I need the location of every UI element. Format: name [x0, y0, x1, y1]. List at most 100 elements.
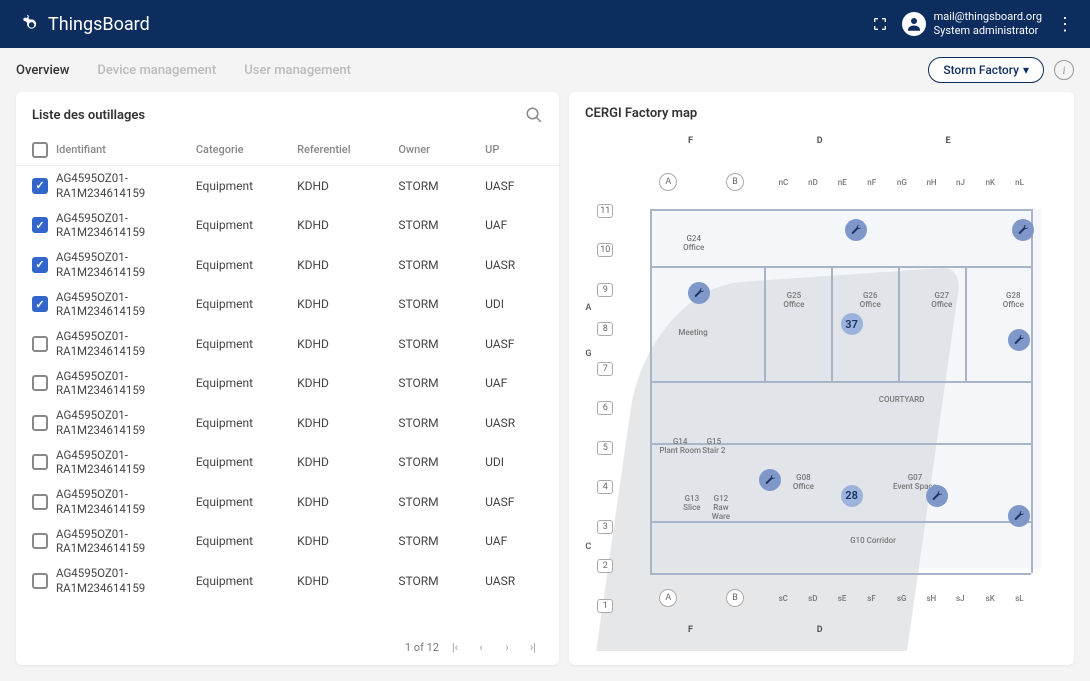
row-checkbox[interactable] [32, 375, 48, 391]
select-all-checkbox[interactable] [32, 142, 48, 158]
cell-id: AG4595OZ01-RA1M234614159 [56, 171, 196, 200]
map-panel-title: CERGI Factory map [585, 106, 697, 121]
cell-category: Equipment [196, 574, 297, 588]
row-checkbox[interactable] [32, 257, 48, 273]
search-icon[interactable] [525, 106, 543, 124]
kebab-icon[interactable]: ⋮ [1056, 14, 1074, 35]
first-page-button[interactable]: |‹ [445, 637, 465, 657]
table-row[interactable]: AG4595OZ01-RA1M234614159EquipmentKDHDSTO… [16, 364, 559, 404]
col-identifiant[interactable]: Identifiant [56, 143, 196, 156]
cell-owner: STORM [398, 179, 485, 193]
axis-label: F [688, 625, 693, 635]
user-menu[interactable]: mail@thingsboard.org System administrato… [902, 10, 1042, 39]
table-row[interactable]: AG4595OZ01-RA1M234614159EquipmentKDHDSTO… [16, 443, 559, 483]
list-panel-header: Liste des outillages [16, 92, 559, 134]
table-row[interactable]: AG4595OZ01-RA1M234614159EquipmentKDHDSTO… [16, 403, 559, 443]
table-row[interactable]: AG4595OZ01-RA1M234614159EquipmentKDHDSTO… [16, 482, 559, 522]
row-checkbox[interactable] [32, 178, 48, 194]
user-text: mail@thingsboard.org System administrato… [934, 10, 1042, 39]
map-marker-count[interactable]: 28 [841, 485, 863, 507]
map-panel-header: CERGI Factory map [569, 92, 1074, 131]
col-up[interactable]: UP [485, 143, 543, 156]
table-row[interactable]: AG4595OZ01-RA1M234614159EquipmentKDHDSTO… [16, 324, 559, 364]
selector-label: Storm Factory [943, 63, 1019, 77]
axis-circle: A [659, 173, 677, 191]
factory-selector[interactable]: Storm Factory ▾ [928, 57, 1044, 83]
axis-label: D [817, 136, 823, 146]
map-marker-count[interactable]: 37 [841, 313, 863, 335]
map-marker-wrench[interactable] [926, 485, 948, 507]
row-checkbox[interactable] [32, 494, 48, 510]
cell-up: UASF [485, 337, 543, 351]
cell-owner: STORM [398, 455, 485, 469]
axis-num: 2 [597, 559, 613, 573]
axis-circle: B [726, 589, 744, 607]
axis-label: sE [838, 594, 847, 603]
table-header: Identifiant Categorie Referentiel Owner … [16, 134, 559, 166]
axis-num: 7 [597, 362, 613, 376]
last-page-button[interactable]: ›| [523, 637, 543, 657]
axis-circle: B [726, 173, 744, 191]
table-row[interactable]: AG4595OZ01-RA1M234614159EquipmentKDHDSTO… [16, 522, 559, 562]
cell-referentiel: KDHD [297, 376, 398, 390]
row-checkbox[interactable] [32, 415, 48, 431]
tab-overview[interactable]: Overview [16, 63, 69, 78]
avatar-icon [902, 12, 926, 36]
map-marker-wrench[interactable] [1008, 505, 1030, 527]
cell-referentiel: KDHD [297, 455, 398, 469]
axis-label: nF [867, 178, 876, 187]
axis-label: sH [926, 594, 936, 603]
table-row[interactable]: AG4595OZ01-RA1M234614159EquipmentKDHDSTO… [16, 285, 559, 325]
row-checkbox[interactable] [32, 336, 48, 352]
row-checkbox[interactable] [32, 217, 48, 233]
cell-id: AG4595OZ01-RA1M234614159 [56, 369, 196, 398]
table-row[interactable]: AG4595OZ01-RA1M234614159EquipmentKDHDSTO… [16, 245, 559, 285]
axis-label: nK [986, 178, 996, 187]
col-referentiel[interactable]: Referentiel [297, 143, 398, 156]
axis-label: F [688, 136, 693, 146]
room-label: G24Office [683, 235, 704, 253]
axis-num: 8 [597, 322, 613, 336]
cell-id: AG4595OZ01-RA1M234614159 [56, 211, 196, 240]
axis-label: nD [808, 178, 818, 187]
cell-owner: STORM [398, 297, 485, 311]
map-marker-wrench[interactable] [1008, 329, 1030, 351]
cell-id: AG4595OZ01-RA1M234614159 [56, 329, 196, 358]
cell-up: UAF [485, 534, 543, 548]
table-row[interactable]: AG4595OZ01-RA1M234614159EquipmentKDHDSTO… [16, 166, 559, 206]
map-marker-wrench[interactable] [688, 282, 710, 304]
fullscreen-icon[interactable] [872, 16, 888, 32]
room-label: G27Office [931, 292, 952, 310]
cell-referentiel: KDHD [297, 574, 398, 588]
cell-referentiel: KDHD [297, 416, 398, 430]
col-categorie[interactable]: Categorie [196, 143, 297, 156]
axis-label: nE [838, 178, 847, 187]
cell-referentiel: KDHD [297, 534, 398, 548]
cell-category: Equipment [196, 258, 297, 272]
row-checkbox[interactable] [32, 296, 48, 312]
tab-device-management[interactable]: Device management [97, 63, 216, 78]
next-page-button[interactable]: › [497, 637, 517, 657]
axis-label: E [946, 136, 951, 146]
info-icon[interactable]: i [1054, 60, 1074, 80]
table-row[interactable]: AG4595OZ01-RA1M234614159EquipmentKDHDSTO… [16, 561, 559, 601]
axis-label: sD [808, 594, 817, 603]
pager-text: 1 of 12 [405, 641, 439, 654]
room-label: Meeting [678, 329, 707, 338]
cell-up: UASR [485, 574, 543, 588]
row-checkbox[interactable] [32, 533, 48, 549]
brand-name: ThingsBoard [48, 14, 150, 35]
cell-id: AG4595OZ01-RA1M234614159 [56, 487, 196, 516]
table-row[interactable]: AG4595OZ01-RA1M234614159EquipmentKDHDSTO… [16, 206, 559, 246]
axis-label: nH [926, 178, 936, 187]
tab-user-management[interactable]: User management [244, 63, 351, 78]
factory-map[interactable]: FDEABnCnDnEnFnGnHnJnKnL1110987654321AGCA… [583, 131, 1060, 651]
axis-label: sC [779, 594, 788, 603]
cell-referentiel: KDHD [297, 218, 398, 232]
col-owner[interactable]: Owner [398, 143, 485, 156]
prev-page-button[interactable]: ‹ [471, 637, 491, 657]
row-checkbox[interactable] [32, 454, 48, 470]
user-role: System administrator [934, 24, 1042, 38]
axis-label: sL [1015, 594, 1023, 603]
row-checkbox[interactable] [32, 573, 48, 589]
